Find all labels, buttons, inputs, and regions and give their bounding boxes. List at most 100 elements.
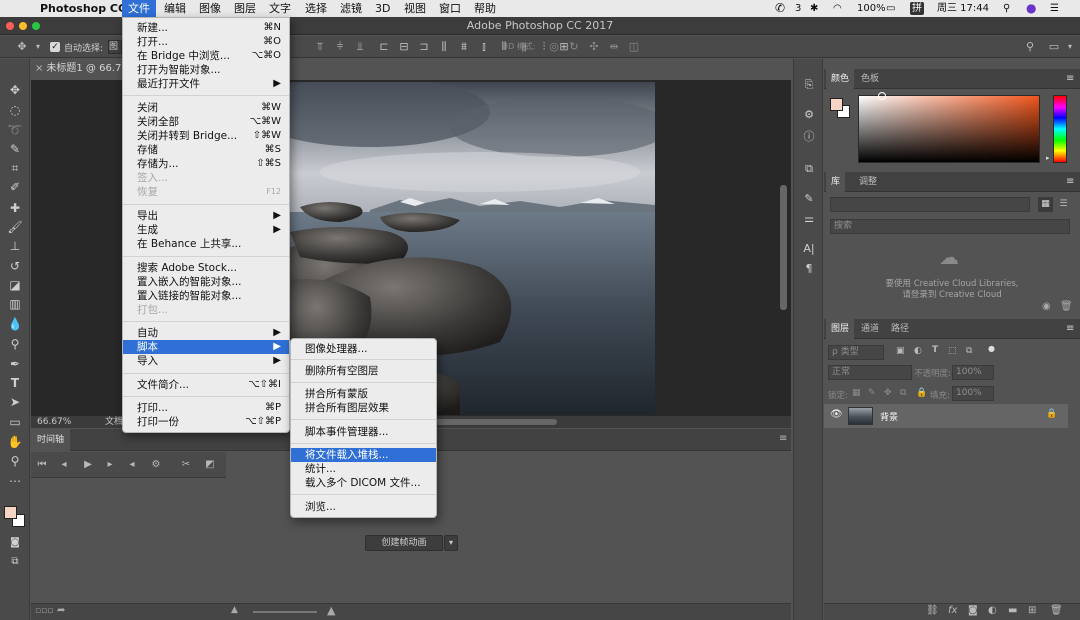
play-icon[interactable]: ▶ (81, 458, 95, 472)
pen-tool-icon[interactable]: ✒ (5, 355, 25, 373)
convert-frames-icon[interactable]: ▫▫▫ (35, 606, 53, 616)
menu-item-browse-bridge[interactable]: 在 Bridge 中浏览... ⌥⌘O (123, 49, 289, 63)
notification-center-icon[interactable]: ☰ (1050, 0, 1059, 17)
adjustment-layer-icon[interactable]: ◐ (988, 605, 997, 616)
menu-item-open[interactable]: 打开... ⌘O (123, 35, 289, 49)
document-info-label[interactable]: 文档 (105, 416, 123, 428)
bluetooth-icon[interactable]: ✱ (810, 0, 818, 17)
grid-view-icon[interactable]: ▦ (1038, 197, 1053, 212)
character-panel-icon[interactable]: A| (801, 241, 817, 257)
menu-help[interactable]: 帮助 (468, 0, 502, 17)
dodge-tool-icon[interactable]: ⚲ (5, 335, 25, 353)
search-icon[interactable]: ⚲ (1022, 39, 1038, 55)
filter-shape-icon[interactable]: ⬚ (948, 346, 957, 356)
align-right-icon[interactable]: ⊐ (416, 39, 432, 55)
menu-item-file-info[interactable]: 文件简介... ⌥⇧⌘I (123, 378, 289, 392)
history-brush-tool-icon[interactable]: ↺ (5, 257, 25, 275)
auto-select-checkbox[interactable]: ✓ (50, 42, 60, 52)
distribute-top-icon[interactable]: ⫼ (436, 39, 452, 55)
menu-3d[interactable]: 3D (369, 0, 396, 17)
zoom-level[interactable]: 66.67% (37, 416, 71, 428)
menu-app-name[interactable]: Photoshop CC (34, 0, 132, 17)
clone-stamp-tool-icon[interactable]: ⊥ (5, 237, 25, 255)
brush-panel-icon[interactable]: ✎ (801, 191, 817, 207)
color-panel-foreground-swatch[interactable] (830, 98, 843, 111)
create-frame-animation-button[interactable]: 创建帧动画 (365, 535, 443, 551)
screen-mode-icon[interactable]: ⧉ (5, 553, 25, 571)
wifi-icon[interactable]: ◠ (833, 0, 842, 17)
menu-item-search-stock[interactable]: 搜索 Adobe Stock... (123, 261, 289, 275)
quick-select-tool-icon[interactable]: ✎ (5, 140, 25, 158)
move-tool-icon[interactable]: ✥ (5, 81, 25, 99)
menu-item-print-one-copy[interactable]: 打印一份 ⌥⇧⌘P (123, 415, 289, 429)
distribute-bottom-icon[interactable]: ⫾ (476, 39, 492, 55)
workspace-chevron-icon[interactable]: ▾ (1062, 39, 1078, 55)
menu-item-open-smart-object[interactable]: 打开为智能对象... (123, 63, 289, 77)
clock[interactable]: 周三 17:44 (937, 0, 989, 17)
transition-icon[interactable]: ◩ (203, 458, 217, 472)
wechat-icon[interactable]: ✆ (775, 0, 785, 17)
first-frame-icon[interactable]: ⏮ (35, 458, 49, 472)
horizontal-scrollbar[interactable] (431, 419, 557, 425)
menu-window[interactable]: 窗口 (433, 0, 467, 17)
lock-image-icon[interactable]: ✎ (868, 388, 876, 398)
submenu-item-statistics[interactable]: 统计... (291, 462, 436, 476)
layer-kind-filter[interactable]: ρ 类型 (828, 345, 884, 360)
brush-tool-icon[interactable]: 🖌 (5, 218, 25, 236)
library-status-icon[interactable]: ◉ (1042, 301, 1051, 312)
list-view-icon[interactable]: ☰ (1056, 197, 1071, 212)
properties-panel-icon[interactable]: ⚙ (801, 107, 817, 123)
color-picker-cursor[interactable] (878, 92, 886, 100)
menu-item-close-all[interactable]: 关闭全部 ⌥⌘W (123, 115, 289, 129)
align-vcenter-icon[interactable]: ⫩ (332, 39, 348, 55)
filter-toggle-icon[interactable]: ● (988, 344, 995, 353)
menu-item-new[interactable]: 新建... ⌘N (123, 21, 289, 35)
link-layers-icon[interactable]: ⛓ (926, 605, 939, 616)
menu-item-import[interactable]: 导入 ▶ (123, 354, 289, 368)
audio-icon[interactable]: ◂ (125, 458, 139, 472)
3d-slide-icon[interactable]: ⇹ (606, 39, 622, 55)
menu-item-place-linked[interactable]: 置入链接的智能对象... (123, 289, 289, 303)
submenu-item-browse[interactable]: 浏览... (291, 500, 436, 514)
lock-all-icon[interactable]: 🔒 (916, 388, 927, 398)
filter-adjustment-icon[interactable]: ◐ (914, 346, 922, 356)
tab-adjustments[interactable]: 调整 (854, 172, 882, 192)
siri-icon[interactable]: ● (1026, 0, 1036, 17)
create-animation-dropdown-icon[interactable]: ▾ (444, 535, 458, 551)
align-top-icon[interactable]: ⫪ (312, 39, 328, 55)
tab-channels[interactable]: 通道 (856, 319, 884, 339)
battery-icon[interactable]: ▭ (886, 0, 895, 17)
lock-transparent-icon[interactable]: ▦ (852, 388, 861, 398)
split-scissors-icon[interactable]: ✂ (179, 458, 193, 472)
menu-item-save-as[interactable]: 存储为... ⇧⌘S (123, 157, 289, 171)
next-frame-icon[interactable]: ▸ (103, 458, 117, 472)
gradient-tool-icon[interactable]: ▥ (5, 295, 25, 313)
document-tab[interactable]: ×未标题1 @ 66.7% (背景, RGB/8) (31, 59, 125, 79)
menu-item-place-embedded[interactable]: 置入嵌入的智能对象... (123, 275, 289, 289)
layer-row[interactable]: 👁 背景 🔒 (824, 404, 1068, 428)
crop-tool-icon[interactable]: ⌗ (5, 159, 25, 177)
menu-item-export[interactable]: 导出 ▶ (123, 209, 289, 223)
menu-item-scripts[interactable]: 脚本 ▶ (123, 340, 289, 354)
tool-preset-chevron-icon[interactable]: ▾ (30, 39, 46, 55)
quick-mask-icon[interactable]: ◙ (5, 534, 25, 552)
align-left-icon[interactable]: ⊏ (376, 39, 392, 55)
input-method-indicator[interactable]: 拼 (910, 2, 924, 15)
layer-style-icon[interactable]: fx (948, 605, 957, 616)
3d-orbit-icon[interactable]: ◎ (546, 39, 562, 55)
tab-layers[interactable]: 图层 (826, 319, 855, 339)
menu-item-share-behance[interactable]: 在 Behance 上共享... (123, 237, 289, 251)
add-mask-icon[interactable]: ◙ (968, 605, 978, 616)
previous-frame-icon[interactable]: ◂ (57, 458, 71, 472)
paragraph-panel-icon[interactable]: ¶ (801, 261, 817, 277)
channels-panel-icon[interactable]: ⧉ (801, 161, 817, 177)
render-video-icon[interactable]: ➦ (57, 605, 65, 616)
panel-menu-icon[interactable]: ≡ (779, 433, 787, 444)
panel-menu-icon[interactable]: ≡ (1066, 323, 1074, 334)
eraser-tool-icon[interactable]: ◪ (5, 276, 25, 294)
zoom-out-icon[interactable]: ▲ (231, 605, 238, 615)
submenu-item-load-files-into-stack[interactable]: 将文件载入堆栈... (291, 448, 436, 462)
new-layer-icon[interactable]: ⊞ (1028, 605, 1036, 616)
marquee-tool-icon[interactable]: ◌ (5, 101, 25, 119)
menu-item-automate[interactable]: 自动 ▶ (123, 326, 289, 340)
